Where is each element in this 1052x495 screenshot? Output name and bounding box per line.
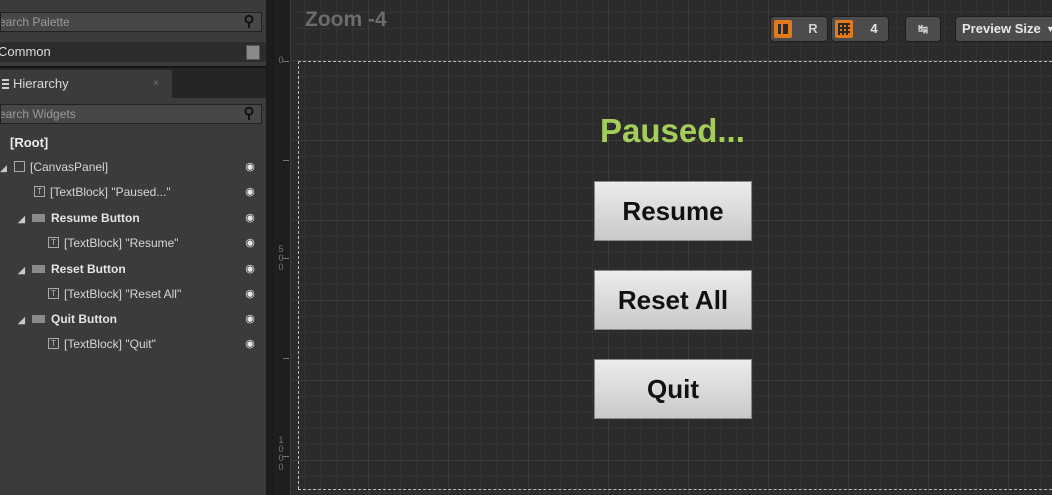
transform-tool-button[interactable]: ↹	[905, 16, 941, 42]
hierarchy-tabbar: Hierarchy ×	[0, 66, 266, 98]
grid-snap-value[interactable]: 4	[862, 20, 886, 38]
layout-bars-icon-part	[783, 24, 788, 34]
button-icon	[32, 213, 45, 222]
hierarchy-menu-icon	[2, 79, 9, 89]
tree-node-label: [TextBlock] "Quit"	[64, 337, 156, 351]
visibility-eye-icon[interactable]: ◉	[244, 237, 256, 249]
tree-node-label: [TextBlock] "Resume"	[64, 236, 179, 250]
ruler-tick	[283, 160, 289, 161]
left-panel: earch Palette ⚲ Common Hierarchy × earch…	[0, 0, 266, 495]
textblock-icon: T	[48, 338, 59, 350]
close-icon[interactable]: ×	[153, 70, 159, 98]
tree-node-label: [CanvasPanel]	[30, 160, 109, 174]
visibility-eye-icon[interactable]: ◉	[244, 288, 256, 300]
canvas-panel-icon	[14, 161, 25, 173]
widget-search-input[interactable]: earch Widgets ⚲	[0, 104, 262, 124]
expand-arrow-icon[interactable]: ◢	[18, 308, 32, 332]
tree-node-canvaspanel[interactable]: ◢ [CanvasPanel]	[0, 155, 108, 179]
layout-toggle-group: R	[770, 16, 828, 42]
ruler-tick	[283, 358, 289, 359]
tree-node-textblock-reset[interactable]: T [TextBlock] "Reset All"	[48, 282, 181, 306]
expand-arrow-icon[interactable]: ◢	[18, 258, 32, 282]
canvas-boundary-bottom	[298, 489, 1052, 490]
widget-search-placeholder: earch Widgets	[0, 107, 76, 121]
tree-node-reset-button[interactable]: ◢ Reset Button	[18, 257, 126, 281]
tree-node-quit-button[interactable]: ◢ Quit Button	[18, 307, 117, 331]
tree-node-textblock-paused[interactable]: T [TextBlock] "Paused..."	[34, 180, 171, 204]
tree-node-textblock-quit[interactable]: T [TextBlock] "Quit"	[48, 332, 156, 356]
preview-size-label: Preview Size	[962, 21, 1041, 36]
vertical-ruler: 0 5 0 0 1 0 0 0	[274, 0, 291, 495]
search-icon[interactable]: ⚲	[241, 14, 257, 30]
layout-bars-icon	[778, 24, 781, 34]
canvas-boundary-left	[298, 61, 299, 489]
tree-node-resume-button[interactable]: ◢ Resume Button	[18, 206, 140, 230]
editor-window: earch Palette ⚲ Common Hierarchy × earch…	[0, 0, 1052, 495]
tree-node-textblock-resume[interactable]: T [TextBlock] "Resume"	[48, 231, 179, 255]
button-icon	[32, 314, 45, 323]
zoom-level: Zoom -4	[305, 8, 387, 31]
layout-mode-button[interactable]	[774, 20, 792, 38]
button-icon	[32, 264, 45, 273]
designer-canvas[interactable]	[274, 0, 1052, 495]
reset-all-button[interactable]: Reset All	[594, 270, 752, 330]
tree-root[interactable]: [Root]	[10, 135, 48, 150]
palette-search-input[interactable]: earch Palette ⚲	[0, 12, 262, 32]
visibility-eye-icon[interactable]: ◉	[244, 161, 256, 173]
paused-title: Paused...	[600, 112, 745, 149]
tree-node-label: [TextBlock] "Reset All"	[64, 287, 182, 301]
preview-size-dropdown[interactable]: Preview Size ▼	[955, 16, 1052, 42]
palette-category-label: Common	[0, 44, 51, 59]
ruler-label: 0	[278, 262, 284, 272]
resume-button[interactable]: Resume	[594, 181, 752, 241]
grid-snap-toggle[interactable]	[835, 20, 853, 38]
visibility-eye-icon[interactable]: ◉	[244, 186, 256, 198]
ruler-tick	[283, 456, 289, 457]
grid-icon	[838, 23, 850, 35]
chevron-down-icon: ▼	[1046, 24, 1052, 34]
grid-snap-group: 4	[831, 16, 889, 42]
resize-arrows-icon: ↹	[917, 22, 929, 36]
visibility-eye-icon[interactable]: ◉	[244, 263, 256, 275]
tree-node-label: Resume Button	[51, 211, 140, 225]
textblock-icon: T	[34, 186, 45, 198]
scroll-thumb[interactable]	[246, 45, 260, 60]
search-icon[interactable]: ⚲	[241, 106, 257, 122]
expand-arrow-icon[interactable]: ◢	[18, 207, 32, 231]
visibility-eye-icon[interactable]: ◉	[244, 313, 256, 325]
tab-hierarchy[interactable]: Hierarchy ×	[0, 70, 172, 98]
visibility-eye-icon[interactable]: ◉	[244, 338, 256, 350]
tab-hierarchy-label: Hierarchy	[13, 76, 69, 91]
tree-node-label: Reset Button	[51, 262, 126, 276]
expand-arrow-icon[interactable]: ◢	[0, 156, 14, 180]
canvas-boundary-top	[298, 61, 1052, 62]
palette-search-placeholder: earch Palette	[0, 15, 70, 29]
ruler-tick	[283, 61, 289, 62]
respect-locks-button[interactable]: R	[801, 20, 825, 38]
ruler-label: 0	[278, 462, 284, 472]
ruler-tick	[283, 258, 289, 259]
panel-splitter[interactable]	[266, 0, 274, 495]
tree-node-label: [TextBlock] "Paused..."	[50, 185, 171, 199]
textblock-icon: T	[48, 237, 59, 249]
textblock-icon: T	[48, 288, 59, 300]
tree-node-label: Quit Button	[51, 312, 117, 326]
quit-button[interactable]: Quit	[594, 359, 752, 419]
palette-category-common[interactable]: Common	[0, 42, 266, 62]
visibility-eye-icon[interactable]: ◉	[244, 212, 256, 224]
